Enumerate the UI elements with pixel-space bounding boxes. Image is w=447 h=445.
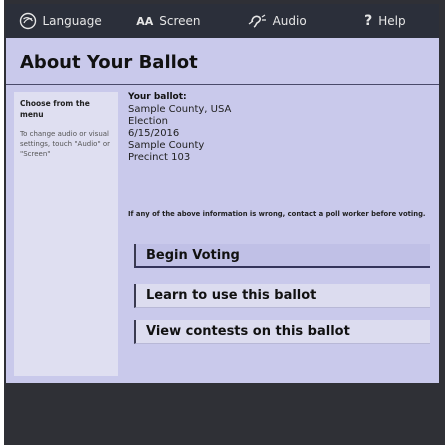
view-contests-label: View contests on this ballot <box>146 324 350 339</box>
ballot-summary: Your ballot: Sample County, USA Election… <box>128 88 434 164</box>
ballot-label: Your ballot: <box>128 92 187 102</box>
audio-label: Audio <box>272 14 307 28</box>
page-title: About Your Ballot <box>20 52 198 73</box>
begin-voting-button[interactable]: Begin Voting <box>134 244 430 268</box>
screen-label: Screen <box>159 14 201 28</box>
learn-ballot-button[interactable]: Learn to use this ballot <box>134 284 430 308</box>
begin-voting-label: Begin Voting <box>146 247 240 263</box>
view-contests-button[interactable]: View contests on this ballot <box>134 320 430 344</box>
instructions-sidebar: Choose from the menu To change audio or … <box>14 92 118 376</box>
help-label: Help <box>378 14 406 28</box>
audio-button[interactable]: Audio <box>223 4 331 38</box>
ballot-line: Sample County, USA <box>128 104 232 115</box>
sidebar-heading: Choose from the menu <box>20 99 90 119</box>
screen-icon: AA <box>136 14 154 28</box>
audio-icon <box>247 12 267 30</box>
ballot-line: Sample County <box>128 140 205 151</box>
ballot-info-panel: About Your Ballot Choose from the menu T… <box>6 38 439 383</box>
ballot-line: 6/15/2016 <box>128 128 180 139</box>
bottom-bar <box>4 383 445 445</box>
help-icon: ? <box>364 13 373 29</box>
top-menu-bar: Language AA Screen Audio ? Help <box>6 4 439 38</box>
screen-button[interactable]: AA Screen <box>114 4 222 38</box>
sidebar-hint: To change audio or visual settings, touc… <box>20 130 111 158</box>
warning-notice: If any of the above information is wrong… <box>128 210 426 218</box>
learn-ballot-label: Learn to use this ballot <box>146 288 317 303</box>
title-divider <box>6 84 439 85</box>
language-label: Language <box>42 14 102 28</box>
language-button[interactable]: Language <box>6 4 114 38</box>
ballot-line: Election <box>128 116 168 127</box>
ballot-line: Precinct 103 <box>128 152 191 163</box>
ballot-details: Sample County, USA Election 6/15/2016 Sa… <box>128 104 434 164</box>
help-button[interactable]: ? Help <box>331 4 439 38</box>
language-icon <box>19 12 37 30</box>
